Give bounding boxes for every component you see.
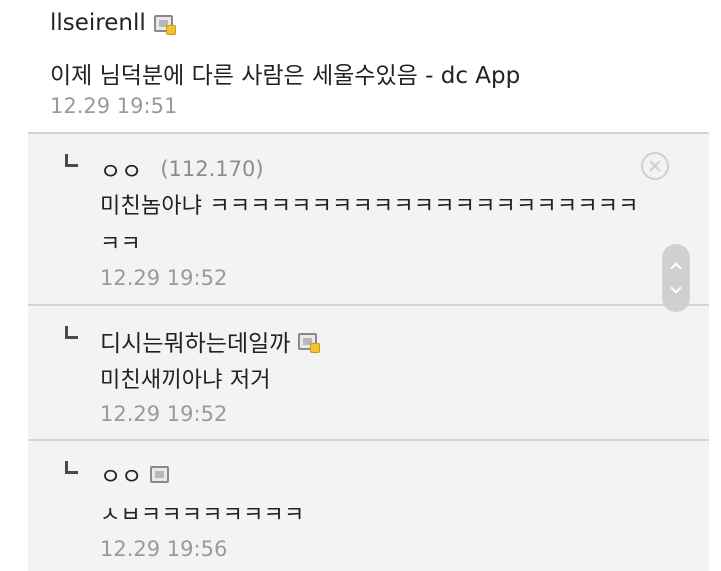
gallog-icon[interactable] <box>150 465 170 483</box>
delete-icon[interactable] <box>641 152 669 180</box>
reply-author-name[interactable]: ㅇㅇ <box>100 457 142 491</box>
reply-item: ㅇㅇ ㅅㅂㅋㅋㅋㅋㅋㅋㅋㅋ 12.29 19:56 <box>28 441 709 571</box>
scroll-handle[interactable] <box>662 244 690 312</box>
main-comment: llseirenll 이제 님덕분에 다른 사람은 세울수있음 - dc App… <box>0 0 721 133</box>
reply-timestamp: 12.29 19:56 <box>100 537 228 561</box>
chevron-down-icon[interactable] <box>670 282 682 294</box>
reply-author-ip: (112.170) <box>160 157 264 181</box>
reply-body: 미친놈아냐 ㅋㅋㅋㅋㅋㅋㅋㅋㅋㅋㅋㅋㅋㅋㅋㅋㅋㅋㅋㅋㅋㅋㅋ <box>100 194 639 257</box>
reply-arrow-icon <box>65 154 78 167</box>
gallog-fixed-icon[interactable] <box>298 332 321 353</box>
reply-author-name[interactable]: 디시는뭐하는데일까 <box>100 324 290 358</box>
reply-author[interactable]: 디시는뭐하는데일까 <box>100 324 321 358</box>
reply-arrow-icon <box>65 326 78 339</box>
reply-author-name[interactable]: ㅇㅇ <box>100 152 142 186</box>
reply-body: 미친새끼아냐 저거 <box>100 368 271 393</box>
reply-author[interactable]: ㅇㅇ (112.170) <box>100 152 264 186</box>
reply-arrow-icon <box>65 461 78 474</box>
gallog-fixed-icon[interactable] <box>153 14 176 35</box>
reply-body: ㅅㅂㅋㅋㅋㅋㅋㅋㅋㅋ <box>100 503 305 528</box>
reply-timestamp: 12.29 19:52 <box>100 402 228 426</box>
reply-item: ㅇㅇ (112.170) 미친놈아냐 ㅋㅋㅋㅋㅋㅋㅋㅋㅋㅋㅋㅋㅋㅋㅋㅋㅋㅋㅋㅋㅋ… <box>28 134 709 304</box>
reply-item: 디시는뭐하는데일까 미친새끼아냐 저거 12.29 19:52 <box>28 306 709 439</box>
comment-author-name[interactable]: llseirenll <box>50 10 146 36</box>
comment-timestamp: 12.29 19:51 <box>50 94 178 118</box>
chevron-up-icon[interactable] <box>670 262 682 274</box>
comment-body: 이제 님덕분에 다른 사람은 세울수있음 - dc App <box>50 63 521 89</box>
comment-author[interactable]: llseirenll <box>50 10 176 36</box>
reply-timestamp: 12.29 19:52 <box>100 266 228 290</box>
reply-author[interactable]: ㅇㅇ <box>100 457 170 491</box>
comment-list: llseirenll 이제 님덕분에 다른 사람은 세울수있음 - dc App… <box>0 0 721 571</box>
